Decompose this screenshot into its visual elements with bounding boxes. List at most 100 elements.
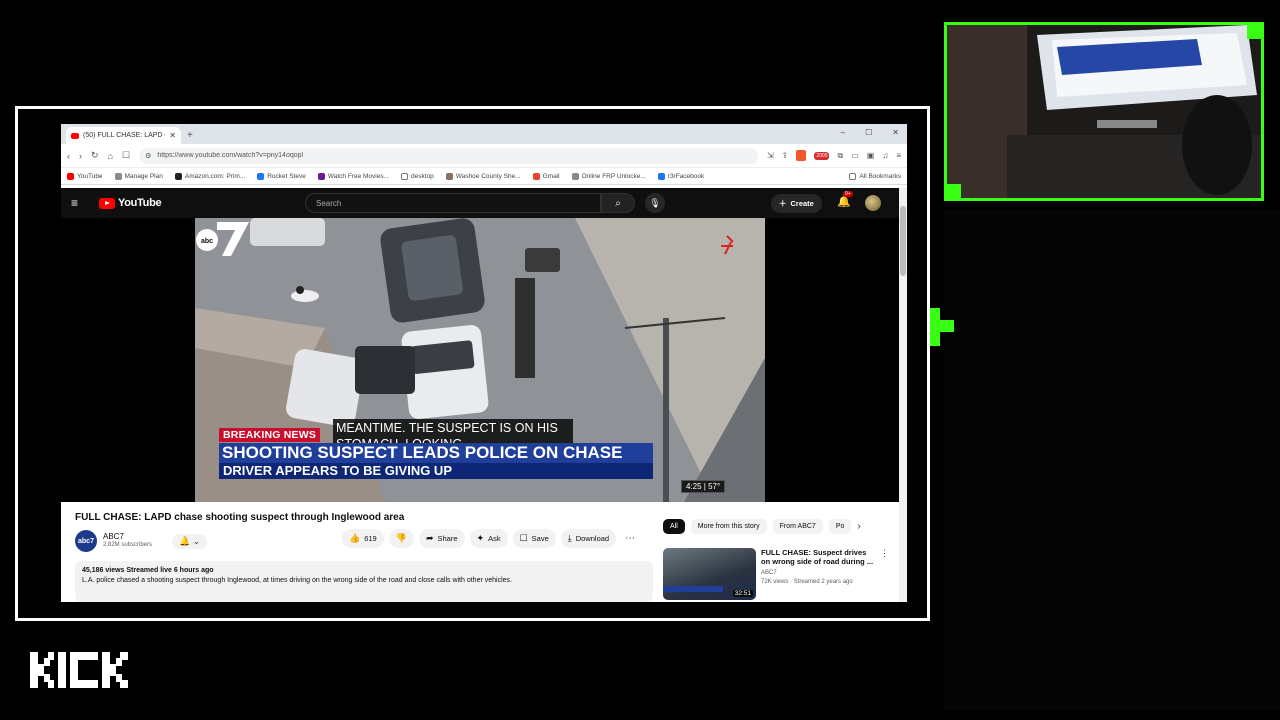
extensions-icon[interactable]: ⧉: [837, 151, 843, 161]
webcam-scene: [947, 25, 1261, 198]
channel-avatar[interactable]: abc7: [75, 530, 97, 552]
bookmark-item[interactable]: desktop: [401, 172, 434, 180]
dislike-button[interactable]: 👎: [388, 529, 414, 548]
youtube-logo[interactable]: YouTube: [99, 197, 162, 209]
bookmark-item[interactable]: Manage Plan: [114, 172, 163, 180]
recommended-title[interactable]: FULL CHASE: Suspect drives on wrong side…: [761, 548, 875, 566]
wallet-icon[interactable]: ▣: [867, 151, 875, 160]
brave-rewards-badge[interactable]: 2005: [814, 151, 830, 160]
side-panel: [944, 209, 1280, 710]
video-title: FULL CHASE: LAPD chase shooting suspect …: [75, 512, 405, 523]
stream-overlay: (50) FULL CHASE: LAPD chas ✕ + – ☐ ✕ ‹ ›…: [0, 0, 1280, 720]
maximize-icon[interactable]: ☐: [865, 128, 872, 137]
bookmark-item[interactable]: YouTube: [67, 172, 103, 180]
globe-icon: [571, 172, 579, 180]
recommendation-chips: All More from this story From ABC7 Po ›: [663, 519, 861, 534]
account-avatar[interactable]: [865, 195, 881, 211]
page-scrollbar[interactable]: [899, 188, 907, 602]
subscription-bell-button[interactable]: 🔔 ⌄: [172, 533, 208, 549]
chevron-right-icon[interactable]: ›: [857, 521, 860, 532]
video-actions: 👍 619 👎 ➦ Share ✦ Ask ☐ Save ⤓ Download ⋯: [342, 529, 639, 548]
chip-all[interactable]: All: [663, 519, 685, 534]
like-button[interactable]: 👍 619: [342, 529, 384, 548]
video-frame[interactable]: MEANTIME. THE SUSPECT IS ON HIS STOMACH,…: [195, 218, 765, 502]
bookmark-item[interactable]: Rocket Steve: [257, 172, 306, 180]
brave-shield-icon[interactable]: [796, 150, 807, 161]
media-icon[interactable]: ♫: [882, 151, 888, 160]
recommended-info: FULL CHASE: Suspect drives on wrong side…: [761, 548, 875, 600]
channel-meta: ABC7 2.82M subscribers: [103, 532, 152, 550]
install-icon[interactable]: ⇲: [767, 151, 774, 160]
bookmarks-bar: YouTube Manage Plan Amazon.com: Prim... …: [61, 168, 907, 185]
forward-icon[interactable]: ›: [79, 151, 82, 161]
save-button[interactable]: ☐ Save: [512, 529, 556, 548]
folder-icon: [849, 172, 857, 180]
home-icon[interactable]: ⌂: [108, 151, 113, 161]
guide-menu-icon[interactable]: ≡: [71, 196, 91, 210]
chip-more-from-story[interactable]: More from this story: [690, 519, 767, 534]
notification-count: 9+: [843, 191, 853, 197]
recommended-channel: ABC7: [761, 570, 777, 576]
search-button[interactable]: ⌕: [601, 193, 635, 213]
new-tab-button[interactable]: +: [187, 130, 193, 141]
all-bookmarks[interactable]: All Bookmarks: [849, 172, 901, 180]
breaking-news-label: BREAKING NEWS: [219, 428, 321, 442]
channel-name[interactable]: ABC7: [103, 532, 152, 541]
bookmark-item[interactable]: Gmail: [532, 172, 560, 180]
sparkle-icon: ✦: [476, 533, 485, 543]
address-bar[interactable]: ⚙ https://www.youtube.com/watch?v=pny14o…: [139, 147, 758, 164]
reload-icon[interactable]: ↻: [91, 150, 99, 161]
browser-toolbar: ‹ › ↻ ⌂ ☐ ⚙ https://www.youtube.com/watc…: [61, 144, 907, 168]
recommended-thumbnail[interactable]: 32:51: [663, 548, 756, 600]
recommended-meta: 72K views · Streamed 2 years ago: [761, 579, 853, 585]
gmail-icon: [532, 172, 540, 180]
folder-icon: [401, 172, 409, 180]
bookmark-item[interactable]: Watch Free Movies...: [317, 172, 389, 180]
badge-icon: [445, 172, 453, 180]
toolbar-actions: ⇲ ⇪ 2005 ⧉ ▭ ▣ ♫ ≡: [767, 150, 901, 161]
browser-tab[interactable]: (50) FULL CHASE: LAPD chas ✕: [66, 127, 181, 144]
bookmark-item[interactable]: r3rFacebook: [657, 172, 704, 180]
voice-search-button[interactable]: 🎙: [645, 193, 665, 213]
share-button[interactable]: ➦ Share: [418, 529, 465, 548]
kick-logo: [30, 652, 128, 688]
youtube-page: ≡ YouTube Search ⌕ 🎙 ＋ Create 🔔 9+ MEANT…: [61, 188, 907, 602]
chevron-down-icon: ⌄: [192, 535, 201, 546]
bookmark-icon[interactable]: ☐: [122, 150, 130, 161]
sidebar-icon[interactable]: ▭: [851, 151, 859, 160]
abc7-logo: abc: [196, 222, 249, 256]
news-subhead: DRIVER APPEARS TO BE GIVING UP: [219, 463, 653, 479]
mic-icon: 🎙: [649, 197, 661, 208]
corner-accent: [947, 184, 961, 198]
close-tab-icon[interactable]: ✕: [169, 131, 176, 140]
bookmark-item[interactable]: Washoe County She...: [445, 172, 521, 180]
video-duration: 32:51: [732, 590, 753, 597]
bell-icon: 🔔: [179, 535, 191, 546]
facebook-icon: [257, 172, 265, 180]
bookmark-item[interactable]: Amazon.com: Prim...: [174, 172, 245, 180]
chip-more[interactable]: Po: [828, 519, 852, 534]
scrollbar-thumb[interactable]: [900, 206, 906, 276]
share-page-icon[interactable]: ⇪: [782, 151, 789, 160]
thumbs-up-icon: 👍: [349, 533, 361, 543]
video-player[interactable]: MEANTIME. THE SUSPECT IS ON HIS STOMACH,…: [61, 218, 899, 502]
download-button[interactable]: ⤓ Download: [560, 529, 617, 548]
ask-button[interactable]: ✦ Ask: [469, 529, 508, 548]
menu-icon[interactable]: ≡: [896, 151, 901, 160]
search-input[interactable]: Search: [305, 193, 601, 213]
more-actions-icon[interactable]: ⋯: [621, 533, 639, 544]
subscriber-count: 2.82M subscribers: [103, 542, 153, 548]
close-window-icon[interactable]: ✕: [892, 128, 899, 137]
thumbs-down-icon: 👎: [395, 533, 407, 543]
bookmark-item[interactable]: Online FRP Unlocke...: [571, 172, 646, 180]
minimize-icon[interactable]: –: [841, 128, 845, 137]
recommended-video[interactable]: 32:51 FULL CHASE: Suspect drives on wron…: [663, 548, 889, 600]
plus-icon: ＋: [779, 199, 787, 208]
create-button[interactable]: ＋ Create: [771, 194, 822, 213]
description-box[interactable]: 45,186 views Streamed live 6 hours ago L…: [75, 561, 653, 602]
view-stats: 45,186 views Streamed live 6 hours ago: [82, 567, 214, 574]
chip-from-channel[interactable]: From ABC7: [772, 519, 823, 534]
site-info-icon[interactable]: ⚙: [145, 152, 151, 160]
back-icon[interactable]: ‹: [67, 151, 70, 161]
more-options-icon[interactable]: ⋮: [880, 548, 889, 600]
